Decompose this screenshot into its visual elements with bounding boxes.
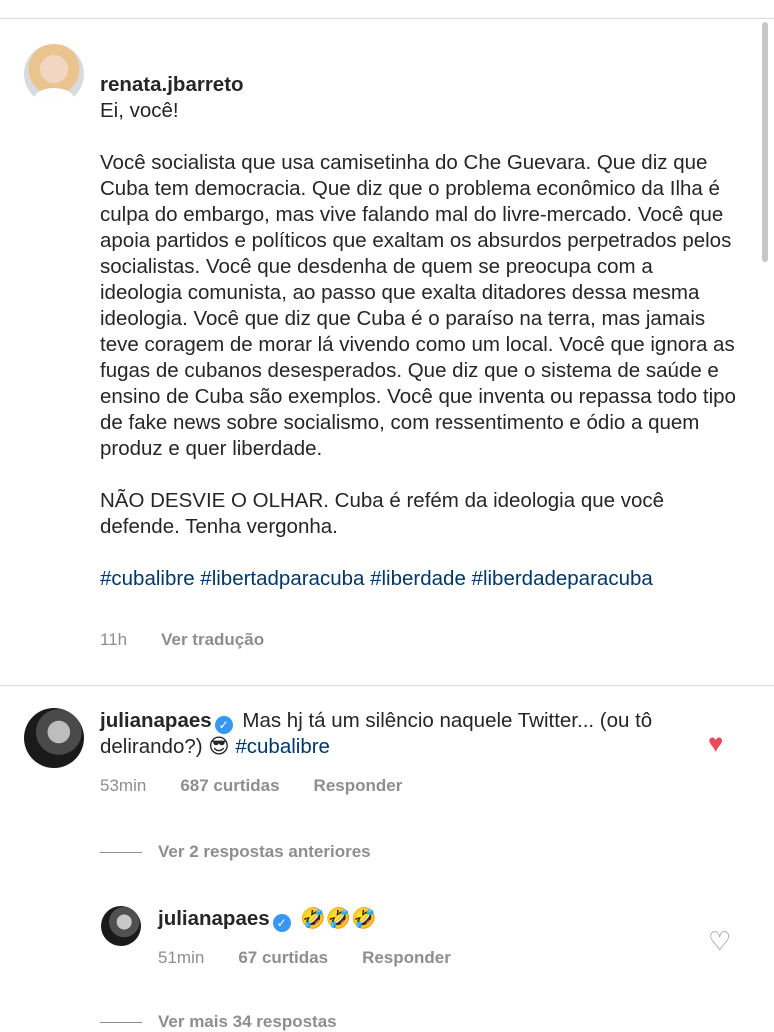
scrollbar[interactable] — [762, 22, 768, 262]
heart-outline-icon[interactable]: ♡ — [708, 928, 731, 954]
reply-2-emojis: 🤣🤣🤣 — [300, 907, 377, 930]
view-previous-replies[interactable]: Ver 2 respostas anteriores — [100, 842, 371, 862]
thread-line — [100, 1021, 142, 1023]
view-more-replies[interactable]: Ver mais 34 respostas — [100, 1012, 337, 1032]
reply-1-emoji: 😎 — [208, 735, 230, 758]
top-divider — [0, 18, 774, 19]
verified-icon: ✓ — [214, 716, 233, 734]
view-more-label[interactable]: Ver mais 34 respostas — [158, 1012, 337, 1032]
reply-2-meta: 51min 67 curtidas Responder — [158, 948, 451, 968]
post-username[interactable]: renata.jbarreto — [100, 73, 244, 96]
reply-1-meta: 53min 687 curtidas Responder — [100, 776, 402, 796]
reply-1-text: julianapaes ✓ Mas hj tá um silêncio naque… — [100, 708, 680, 760]
reply-2-time: 51min — [158, 948, 205, 967]
thread-line — [100, 851, 142, 853]
avatar-juliana[interactable] — [24, 708, 84, 768]
translate-button[interactable]: Ver tradução — [161, 630, 264, 650]
section-divider — [0, 685, 774, 686]
post-paragraph-2: NÃO DESVIE O OLHAR. Cuba é refém da ideo… — [100, 489, 665, 538]
reply-1-username[interactable]: julianapaes — [100, 709, 212, 732]
reply-1-reply-button[interactable]: Responder — [314, 776, 403, 796]
reply-2-text: julianapaes ✓ 🤣🤣🤣 — [158, 906, 377, 932]
post-paragraph-1: Você socialista que usa camisetinha do C… — [100, 151, 736, 460]
avatar-juliana-small[interactable] — [101, 906, 141, 946]
reply-2-username[interactable]: julianapaes — [158, 907, 270, 930]
heart-filled-icon[interactable]: ♥ — [708, 730, 723, 756]
post-greeting: Ei, você! — [100, 99, 179, 122]
post-meta: 11h Ver tradução — [100, 630, 264, 650]
reply-2-likes[interactable]: 67 curtidas — [238, 948, 328, 968]
reply-1-likes[interactable]: 687 curtidas — [180, 776, 279, 796]
verified-icon: ✓ — [272, 914, 291, 932]
reply-1-hashtag[interactable]: #cubalibre — [235, 735, 330, 758]
avatar-renata[interactable] — [24, 44, 84, 104]
reply-2-reply-button[interactable]: Responder — [362, 948, 451, 968]
view-previous-label[interactable]: Ver 2 respostas anteriores — [158, 842, 371, 862]
reply-1-time: 53min — [100, 776, 147, 795]
post-caption: renata.jbarreto Ei, você! Você socialist… — [100, 46, 740, 592]
post-hashtags[interactable]: #cubalibre #libertadparacuba #liberdade … — [100, 566, 740, 592]
post-time: 11h — [100, 630, 128, 649]
